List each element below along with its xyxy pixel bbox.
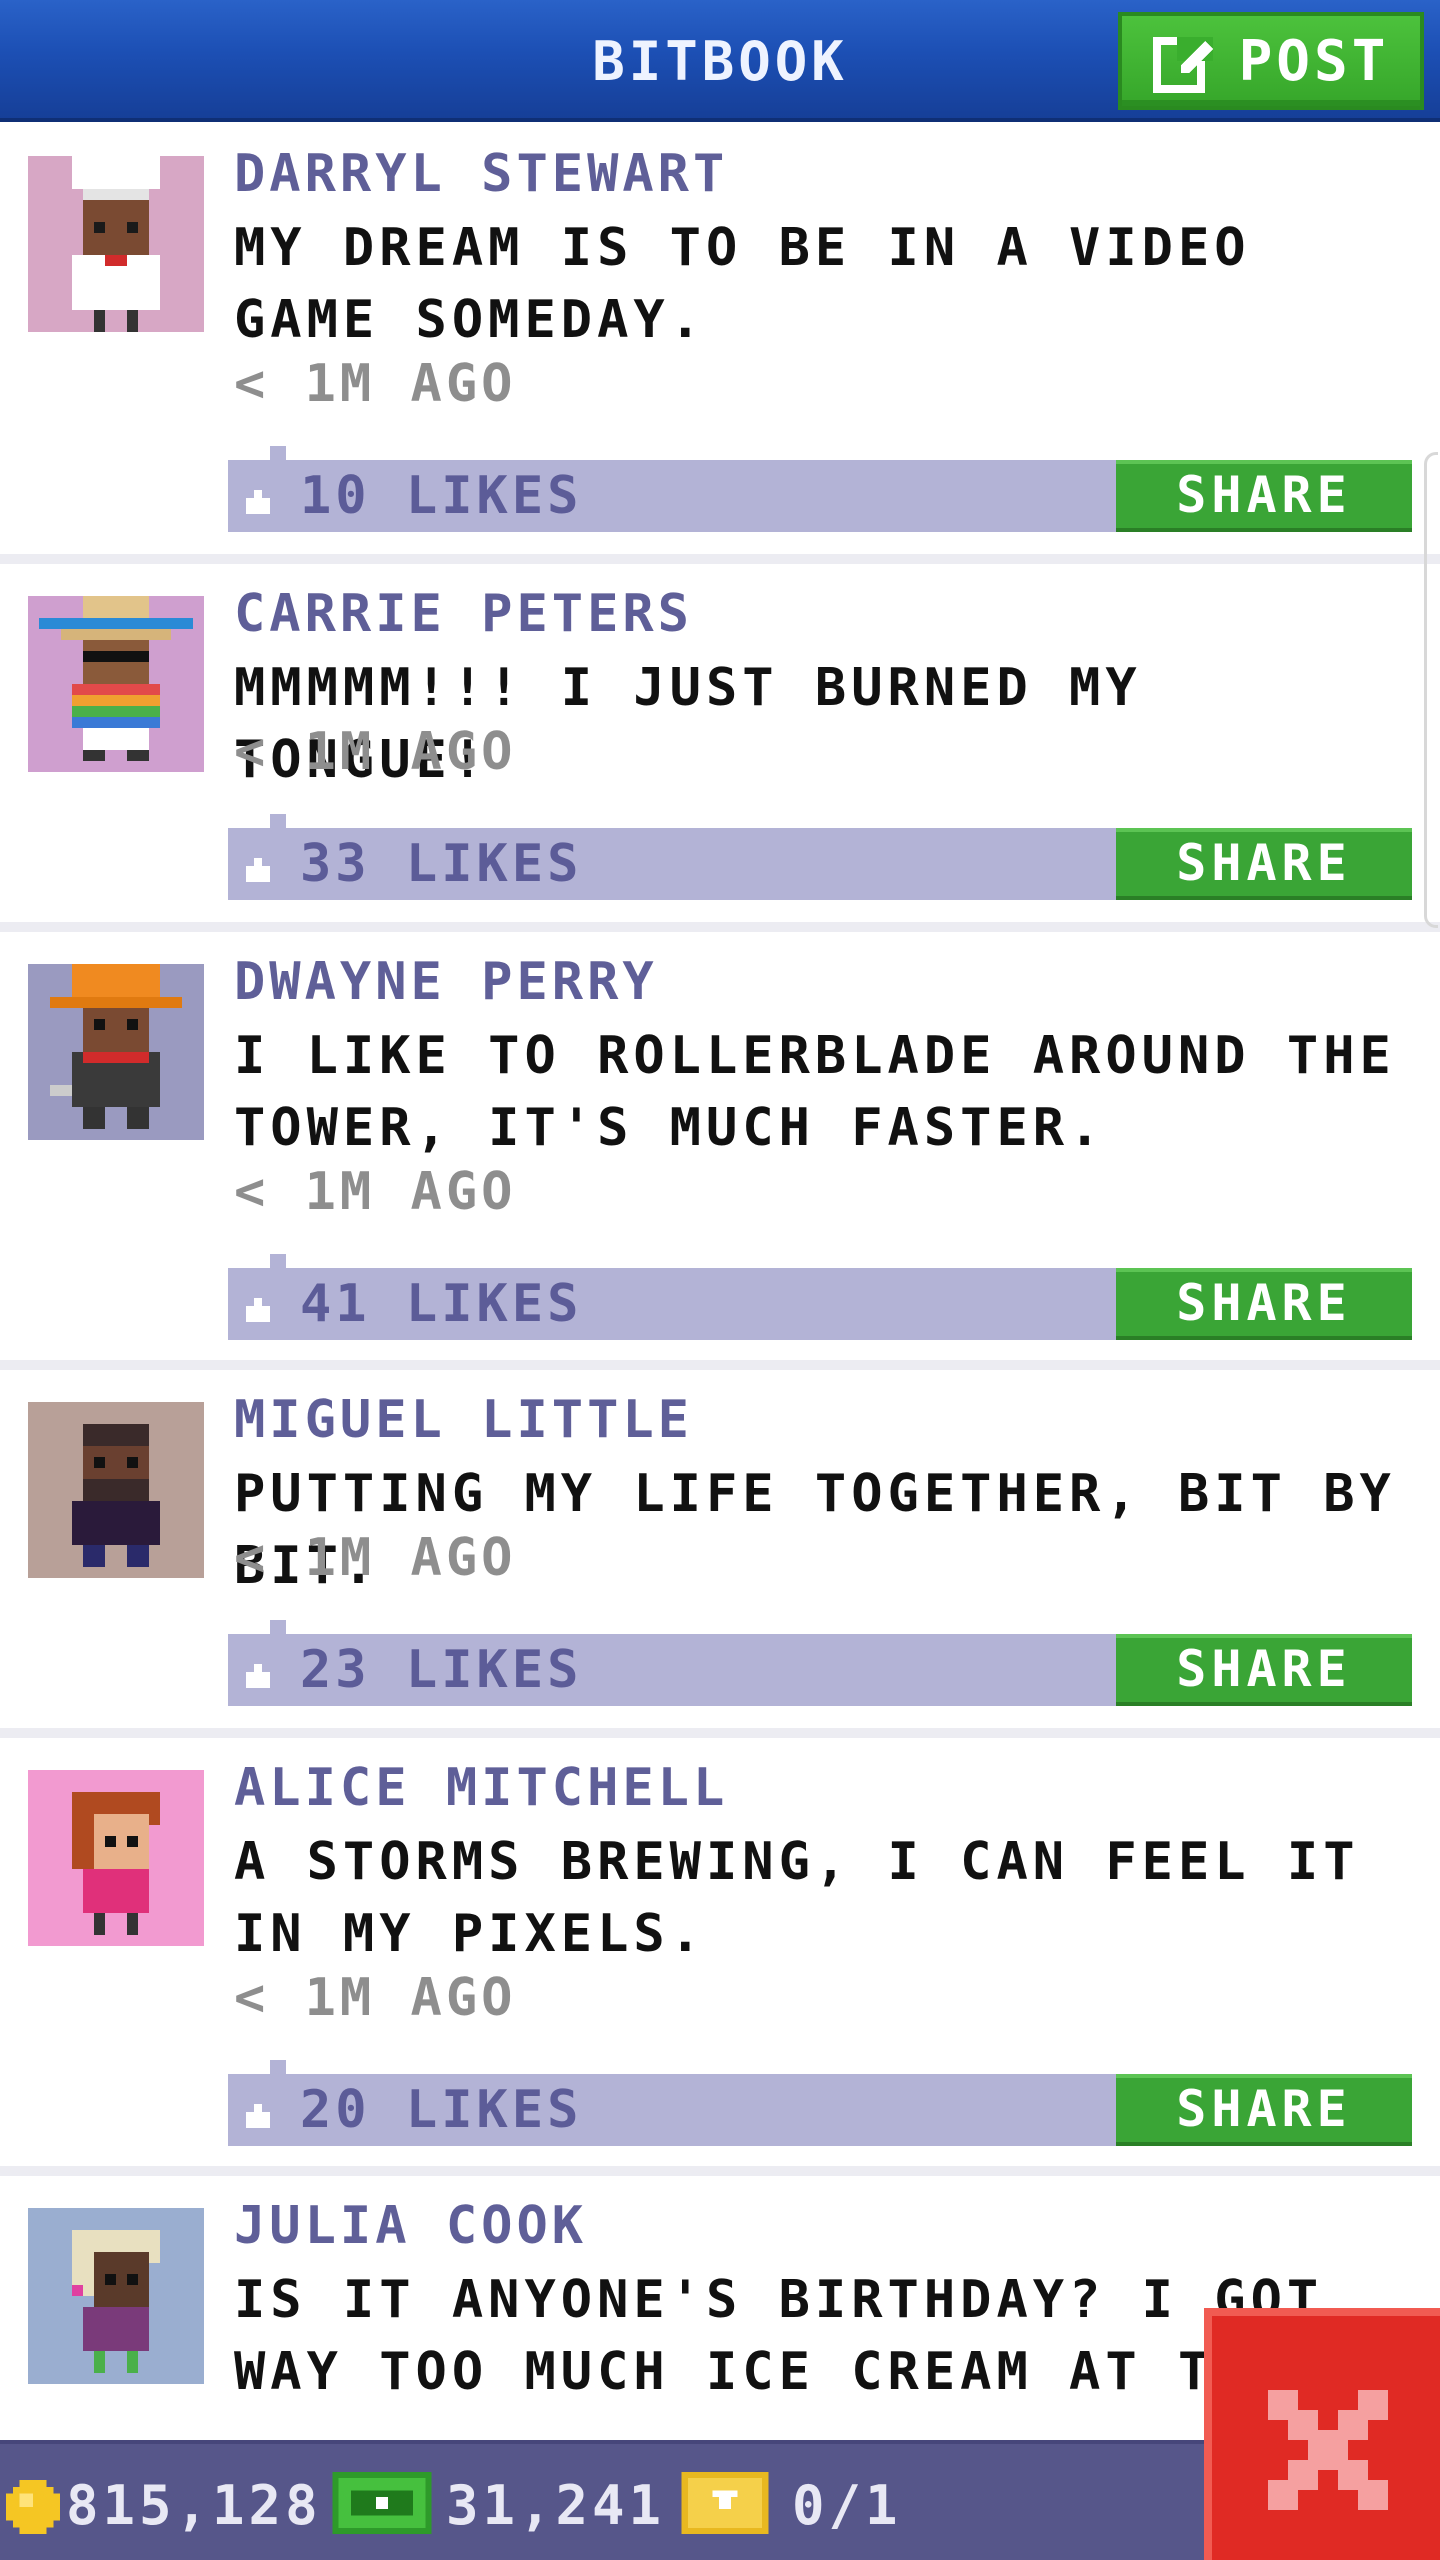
post-time: < 1M AGO [234,1968,517,2028]
post-message: MY DREAM IS TO BE IN A VIDEO GAME SOMEDA… [234,218,1251,350]
share-button[interactable]: SHARE [1116,1268,1412,1340]
like-bar: 23 LIKES SHARE [228,1620,1412,1706]
post-author[interactable]: DARRYL STEWART [234,144,728,204]
post-divider [0,1360,1440,1370]
post-author[interactable]: CARRIE PETERS [234,584,693,644]
likes-count: 41 LIKES [300,1274,583,1334]
likes-count: 20 LIKES [300,2080,583,2140]
share-button[interactable]: SHARE [1116,460,1412,532]
close-icon [1268,2390,1388,2510]
like-icon[interactable] [242,482,274,514]
share-button[interactable]: SHARE [1116,2074,1412,2146]
bux-icon [332,2472,432,2534]
feed-post: DARRYL STEWART MY DREAM IS TO BE IN A VI… [0,122,1440,560]
post-author[interactable]: JULIA COOK [234,2196,587,2256]
likes-count: 33 LIKES [300,834,583,894]
coin-icon [6,2480,60,2534]
post-divider [0,554,1440,564]
like-bar: 10 LIKES SHARE [228,446,1412,532]
compose-icon [1152,37,1213,93]
like-bar: 41 LIKES SHARE [228,1254,1412,1340]
like-icon[interactable] [242,850,274,882]
sombrero-avatar[interactable] [28,596,204,772]
post-author[interactable]: ALICE MITCHELL [234,1758,728,1818]
share-button[interactable]: SHARE [1116,1634,1412,1706]
feed-post: DWAYNE PERRY I LIKE TO ROLLERBLADE AROUN… [0,932,1440,1360]
close-button[interactable] [1204,2308,1440,2560]
like-bar: 20 LIKES SHARE [228,2060,1412,2146]
bearded-avatar[interactable] [28,1402,204,1578]
tickets-count: 0/1 [792,2474,902,2537]
post-time: < 1M AGO [234,722,517,782]
bux-count: 31,241 [446,2474,666,2537]
post-time: < 1M AGO [234,1528,517,1588]
hardhat-avatar[interactable] [28,964,204,1140]
post-time: < 1M AGO [234,1162,517,1222]
blonde-avatar[interactable] [28,2208,204,2384]
likes-count: 10 LIKES [300,466,583,526]
post-message: A STORMS BREWING, I CAN FEEL IT IN MY PI… [234,1832,1360,1964]
chef-avatar[interactable] [28,156,204,332]
coins-count: 815,128 [66,2474,322,2537]
share-button[interactable]: SHARE [1116,828,1412,900]
redhead-avatar[interactable] [28,1770,204,1946]
like-icon[interactable] [242,2096,274,2128]
post-message: I LIKE TO ROLLERBLADE AROUND THE TOWER, … [234,1026,1396,1158]
like-icon[interactable] [242,1290,274,1322]
post-divider [0,2166,1440,2176]
post-author[interactable]: DWAYNE PERRY [234,952,658,1012]
scrollbar[interactable] [1424,452,1438,928]
likes-count: 23 LIKES [300,1640,583,1700]
feed-post: ALICE MITCHELL A STORMS BREWING, I CAN F… [0,1738,1440,2166]
feed-post: CARRIE PETERS MMMMM!!! I JUST BURNED MY … [0,564,1440,922]
post-divider [0,922,1440,932]
ticket-icon [681,2472,769,2534]
post-author[interactable]: MIGUEL LITTLE [234,1390,693,1450]
post-button-label: POST [1238,28,1390,94]
app-header: BITBOOK POST [0,0,1440,122]
feed-list[interactable]: DARRYL STEWART MY DREAM IS TO BE IN A VI… [0,122,1440,2440]
like-bar: 33 LIKES SHARE [228,814,1412,900]
post-divider [0,1728,1440,1738]
feed-post: MIGUEL LITTLE PUTTING MY LIFE TOGETHER, … [0,1370,1440,1728]
post-button[interactable]: POST [1118,12,1424,110]
post-time: < 1M AGO [234,354,517,414]
like-icon[interactable] [242,1656,274,1688]
